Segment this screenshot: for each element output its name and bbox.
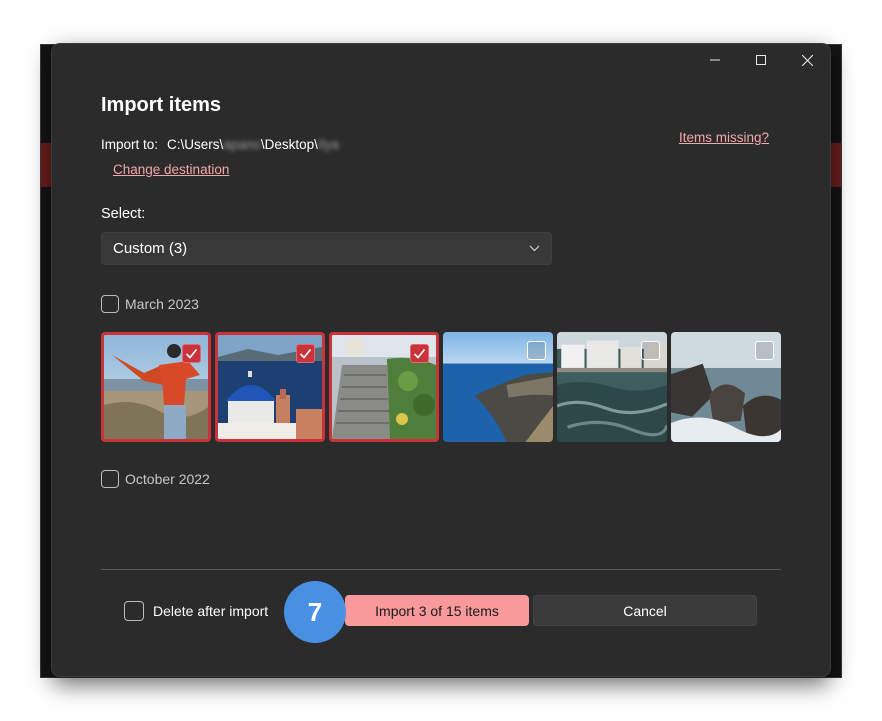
maximize-icon — [756, 55, 766, 65]
destination-path: C:\Users\apano\Desktop\Ilya — [167, 137, 339, 152]
step-number-badge: 7 — [284, 581, 346, 643]
thumb-rocky-shore[interactable] — [671, 332, 781, 442]
cancel-button[interactable]: Cancel — [533, 595, 757, 626]
thumb-blue-dome-church[interactable] — [215, 332, 325, 442]
thumb-checkbox[interactable] — [755, 341, 774, 360]
import-to-label: Import to: — [101, 137, 159, 152]
thumbnail-grid — [101, 332, 785, 442]
dialog-title: Import items — [101, 94, 222, 116]
thumb-checkbox[interactable] — [410, 344, 429, 363]
delete-after-import-label: Delete after import — [153, 603, 269, 619]
items-missing-link[interactable]: Items missing? — [679, 130, 769, 145]
group-checkbox[interactable] — [101, 295, 119, 313]
group-checkbox[interactable] — [101, 470, 119, 488]
thumb-checkbox[interactable] — [182, 344, 201, 363]
group-label: March 2023 — [125, 296, 199, 312]
select-value: Custom (3) — [113, 240, 188, 257]
path-folder-redacted: Ilya — [317, 137, 339, 152]
import-dialog: Import items Import to: C:\Users\apano\D… — [52, 44, 830, 676]
close-icon — [801, 54, 813, 66]
close-button[interactable] — [784, 44, 830, 76]
minimize-icon — [710, 59, 720, 61]
group-label: October 2022 — [125, 471, 210, 487]
thumb-checkbox[interactable] — [527, 341, 546, 360]
chevron-down-icon — [529, 245, 540, 252]
select-dropdown[interactable]: Custom (3) — [101, 232, 552, 265]
thumb-checkbox[interactable] — [641, 341, 660, 360]
thumb-caldera-cliffs[interactable] — [443, 332, 553, 442]
maximize-button[interactable] — [738, 44, 784, 76]
change-destination-link[interactable]: Change destination — [113, 162, 229, 177]
thumb-harbor-waves[interactable] — [557, 332, 667, 442]
delete-after-import-checkbox[interactable] — [124, 601, 144, 621]
import-destination: Import to: C:\Users\apano\Desktop\Ilya — [101, 137, 339, 152]
import-button[interactable]: Import 3 of 15 items — [345, 595, 529, 626]
delete-after-import-option[interactable]: Delete after import — [124, 601, 268, 621]
select-label: Select: — [101, 206, 146, 222]
footer-divider — [101, 569, 781, 570]
thumb-man-arms-outstretched[interactable] — [101, 332, 211, 442]
group-march-2023[interactable]: March 2023 — [101, 295, 199, 313]
checkmark-icon — [413, 348, 426, 359]
path-prefix: C:\Users\ — [167, 137, 224, 152]
thumb-stone-stairs[interactable] — [329, 332, 439, 442]
path-user-redacted: apano — [223, 137, 261, 152]
path-middle: \Desktop\ — [260, 137, 318, 152]
group-october-2022[interactable]: October 2022 — [101, 470, 210, 488]
minimize-button[interactable] — [692, 44, 738, 76]
thumb-checkbox[interactable] — [296, 344, 315, 363]
window-controls — [692, 44, 830, 76]
checkmark-icon — [299, 348, 312, 359]
checkmark-icon — [185, 348, 198, 359]
